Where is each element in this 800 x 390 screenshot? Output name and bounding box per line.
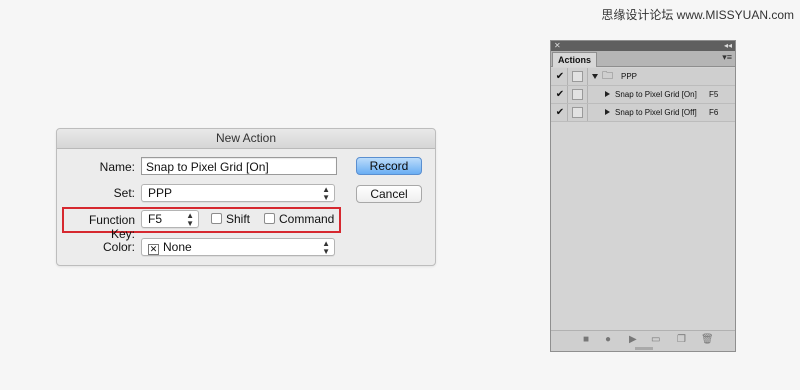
color-select[interactable]: ✕ None ▲ ▼ xyxy=(141,238,335,256)
column-divider xyxy=(567,104,568,121)
name-input[interactable]: Snap to Pixel Grid [On] xyxy=(141,157,337,175)
column-divider xyxy=(567,86,568,103)
actions-panel: ✕ ◂◂ Actions ▾≡ ✔ 🗀 PPP ✔ Snap to Pixel … xyxy=(550,40,736,352)
action-name: Snap to Pixel Grid [Off] xyxy=(615,108,697,117)
close-panel-icon[interactable]: ✕ xyxy=(554,41,561,51)
expand-triangle-icon[interactable] xyxy=(592,74,598,79)
checkmark-icon[interactable]: ✔ xyxy=(555,86,565,103)
new-action-dialog: New Action Name: Snap to Pixel Grid [On]… xyxy=(56,128,436,266)
action-row[interactable]: ✔ Snap to Pixel Grid [Off] F6 xyxy=(551,104,735,122)
action-name: Snap to Pixel Grid [On] xyxy=(615,90,697,99)
function-key-value: F5 xyxy=(148,212,163,226)
watermark-text: 思缘设计论坛 www.MISSYUAN.com xyxy=(601,8,794,22)
select-arrows-icon: ▲ ▼ xyxy=(322,185,330,202)
function-key-select[interactable]: F5 ▲ ▼ xyxy=(141,210,199,228)
action-set-name: PPP xyxy=(621,72,638,81)
cancel-button[interactable]: Cancel xyxy=(356,185,422,203)
checkmark-icon[interactable]: ✔ xyxy=(555,104,565,121)
action-key: F6 xyxy=(709,108,719,117)
column-divider xyxy=(587,68,588,85)
shift-label: Shift xyxy=(226,212,251,226)
dialog-toggle-box[interactable] xyxy=(572,71,583,82)
dialog-title: New Action xyxy=(57,129,435,149)
folder-icon[interactable]: ▭ xyxy=(651,335,660,345)
select-arrows-icon: ▲ ▼ xyxy=(322,239,330,256)
collapse-panel-icon[interactable]: ◂◂ xyxy=(724,41,732,51)
panel-bottom-toolbar: ■ ● ▶ ▭ ❐ 🗑 xyxy=(551,330,735,351)
set-select-value: PPP xyxy=(148,186,173,200)
expand-triangle-icon[interactable] xyxy=(605,91,610,97)
stop-icon[interactable]: ■ xyxy=(583,335,589,345)
action-row[interactable]: ✔ Snap to Pixel Grid [On] F5 xyxy=(551,86,735,104)
no-color-icon: ✕ xyxy=(148,244,159,255)
new-action-icon[interactable]: ❐ xyxy=(677,335,686,345)
function-key-label: Function Key: xyxy=(88,213,135,241)
color-label: Color: xyxy=(102,240,135,254)
record-icon[interactable]: ● xyxy=(605,335,611,345)
panel-menu-icon[interactable]: ▾≡ xyxy=(722,52,732,63)
checkmark-icon[interactable]: ✔ xyxy=(555,68,565,85)
tab-actions[interactable]: Actions xyxy=(552,52,598,67)
command-checkbox[interactable] xyxy=(264,213,275,224)
panel-titlebar: ✕ ◂◂ xyxy=(551,41,735,51)
trash-icon[interactable]: 🗑 xyxy=(701,335,714,345)
name-label: Name: xyxy=(99,160,135,174)
column-divider xyxy=(587,104,588,121)
select-arrows-icon: ▲ ▼ xyxy=(186,211,194,228)
shift-checkbox[interactable] xyxy=(211,213,222,224)
dialog-toggle-box[interactable] xyxy=(572,107,583,118)
panel-tabbar: Actions ▾≡ xyxy=(551,51,735,67)
set-label: Set: xyxy=(113,186,135,200)
play-icon[interactable]: ▶ xyxy=(629,335,637,345)
dialog-toggle-box[interactable] xyxy=(572,89,583,100)
record-button[interactable]: Record xyxy=(356,157,422,175)
action-key: F5 xyxy=(709,90,719,99)
column-divider xyxy=(587,86,588,103)
command-label: Command xyxy=(279,212,335,226)
folder-icon: 🗀 xyxy=(602,70,613,82)
column-divider xyxy=(567,68,568,85)
color-value: None xyxy=(163,240,192,254)
resize-grip[interactable] xyxy=(635,347,653,350)
set-select[interactable]: PPP ▲ ▼ xyxy=(141,184,335,202)
action-set-row[interactable]: ✔ 🗀 PPP xyxy=(551,68,735,86)
expand-triangle-icon[interactable] xyxy=(605,109,610,115)
